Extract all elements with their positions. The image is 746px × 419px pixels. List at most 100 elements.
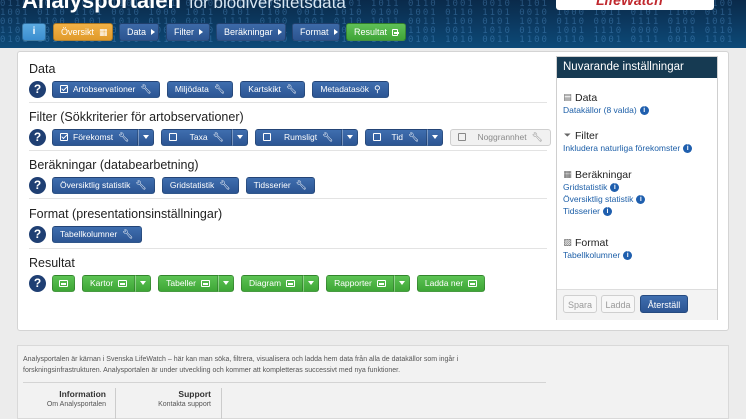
tabellkolumner-button[interactable]: Tabellkolumner 🔧︎ (52, 225, 142, 243)
nav-resultat[interactable]: Resultat (346, 23, 406, 41)
diagram-dropdown-toggle[interactable] (303, 274, 320, 292)
load-button[interactable]: Ladda (601, 295, 635, 313)
lifewatch-logo[interactable]: LifeWatch (556, 0, 714, 10)
tidsserier-button[interactable]: Tidsserier 🔧︎ (245, 176, 316, 194)
settings-group-berakningar: ▦ Beräkningar Gridstatistik i Översiktlig … (563, 168, 646, 217)
image-icon: ▨ (563, 237, 572, 247)
forekomst-button[interactable]: Förekomst 🔧︎ (52, 128, 138, 146)
link-label: Inkludera naturliga förekomster (563, 143, 681, 153)
caret-down-icon (237, 135, 243, 139)
nav-format[interactable]: Format (292, 23, 340, 41)
rapporter-button[interactable]: Rapporter (326, 274, 394, 292)
help-icon[interactable]: ? (29, 274, 46, 292)
wrench-icon: 🔧︎ (285, 83, 298, 94)
save-button[interactable]: Spara (563, 295, 597, 313)
reset-button[interactable]: Återställ (640, 295, 688, 313)
help-icon[interactable]: ? (29, 225, 46, 243)
checkbox-icon (168, 133, 177, 141)
kartor-dropdown-toggle[interactable] (135, 274, 152, 292)
footer-information-column: Information Om Analysportalen (38, 389, 106, 411)
info-icon[interactable]: i (623, 250, 633, 260)
section-filter: Filter (Sökkriterier för artobservatione… (29, 110, 552, 146)
oversiktlig-statistik-link[interactable]: Översiktlig statistik i (563, 193, 646, 205)
naturliga-forekomster-link[interactable]: Inkludera naturliga förekomster i (563, 142, 693, 154)
footer-column-divider (221, 388, 222, 419)
diagram-group: Diagram (240, 274, 320, 292)
kontakta-support-link[interactable]: Kontakta support (136, 401, 211, 411)
button-label: Taxa (189, 131, 208, 142)
datakallor-link[interactable]: Datakällor (8 valda) i (563, 104, 649, 116)
group-title: Data (575, 91, 598, 104)
metadatasok-button[interactable]: Metadatasök ⚲ (312, 80, 389, 98)
app-header: 0110 1001 0010 1101 0111 0100 1010 0011 … (0, 0, 746, 48)
section-title: Data (29, 62, 56, 76)
taxa-button[interactable]: Taxa 🔧︎ (160, 128, 232, 146)
caret-down-icon (308, 281, 315, 285)
chevron-right-icon (151, 29, 156, 35)
button-label: Noggrannhet (477, 131, 527, 142)
help-icon[interactable]: ? (29, 128, 46, 146)
rumsligt-group: Rumsligt 🔧︎ (255, 128, 358, 146)
button-label: Tabellkolumner (60, 228, 118, 239)
nav-data[interactable]: Data (119, 23, 159, 41)
rumsligt-dropdown-toggle[interactable] (341, 128, 358, 146)
wrench-icon: 🔧︎ (219, 179, 231, 190)
miljodata-button[interactable]: Miljödata 🔧︎ (166, 80, 234, 98)
tid-button[interactable]: Tid 🔧︎ (364, 128, 428, 146)
oversiktlig-statistik-button[interactable]: Översiktlig statistik 🔧︎ (52, 176, 155, 194)
rapporter-dropdown-toggle[interactable] (393, 274, 410, 292)
button-label: Kartskikt (248, 83, 281, 94)
info-icon[interactable]: i (603, 206, 612, 216)
diagram-button[interactable]: Diagram (240, 274, 304, 292)
nav-label: Filter (174, 27, 194, 37)
section-title: Filter (Sökkriterier för artobservatione… (29, 110, 244, 124)
info-icon[interactable]: i (610, 182, 620, 192)
nav-oversikt[interactable]: Översikt ▦ (53, 23, 113, 41)
help-icon[interactable]: ? (29, 176, 46, 194)
nav-label: Format (300, 27, 329, 37)
kartor-button[interactable]: Kartor (82, 274, 136, 292)
group-title: Beräkningar (575, 168, 632, 181)
info-icon[interactable]: i (639, 105, 649, 115)
button-label: Rumsligt (284, 131, 318, 142)
tabellkolumner-link[interactable]: Tabellkolumner i (563, 249, 633, 261)
tabeller-button[interactable]: Tabeller (158, 274, 218, 292)
button-label: Diagram (248, 277, 282, 288)
om-analysportalen-link[interactable]: Om Analysportalen (38, 401, 106, 411)
settings-group-format: ▨ Format Tabellkolumner i (563, 236, 633, 261)
caret-down-icon (222, 281, 229, 285)
ladda-ner-button[interactable]: Ladda ner (416, 274, 486, 292)
grid-icon: ▦ (99, 27, 108, 37)
button-label: Tidsserier (253, 179, 291, 190)
link-label: Översiktlig statistik (563, 194, 634, 204)
nav-label: Beräkningar (224, 27, 273, 37)
tidsserier-link[interactable]: Tidsserier i (563, 205, 645, 217)
nav-berakningar[interactable]: Beräkningar (216, 23, 286, 41)
forekomst-dropdown-toggle[interactable] (137, 128, 154, 146)
page-footer: Analysportalen är kärnan i Svenska LifeW… (17, 345, 729, 419)
artobservationer-button[interactable]: Artobservationer 🔧︎ (52, 80, 160, 98)
image-icon (286, 279, 296, 287)
info-icon[interactable]: i (636, 194, 646, 204)
image-icon (118, 279, 128, 287)
info-button[interactable]: i (22, 23, 46, 41)
info-icon[interactable]: i (683, 143, 693, 153)
nav-label: Resultat (354, 27, 388, 37)
link-label: Tabellkolumner (563, 250, 621, 260)
tabeller-dropdown-toggle[interactable] (217, 274, 234, 292)
nav-filter[interactable]: Filter (166, 23, 210, 41)
button-label: Förekomst (73, 131, 114, 142)
rumsligt-button[interactable]: Rumsligt 🔧︎ (255, 128, 342, 146)
resultat-overview-button[interactable] (52, 274, 75, 292)
kartskikt-button[interactable]: Kartskikt 🔧︎ (240, 80, 306, 98)
noggrannhet-button[interactable]: Noggrannhet 🔧︎ (450, 128, 552, 146)
settings-group-data: ▤ Data Datakällor (8 valda) i (563, 91, 649, 116)
help-icon[interactable]: ? (29, 80, 46, 98)
taxa-dropdown-toggle[interactable] (232, 128, 248, 146)
chevron-right-icon (333, 29, 338, 35)
wrench-icon: 🔧︎ (408, 131, 420, 142)
footer-column-divider (115, 388, 116, 419)
tid-dropdown-toggle[interactable] (427, 128, 444, 146)
gridstatistik-button[interactable]: Gridstatistik 🔧︎ (161, 176, 239, 194)
gridstatistik-link[interactable]: Gridstatistik i (563, 181, 645, 193)
